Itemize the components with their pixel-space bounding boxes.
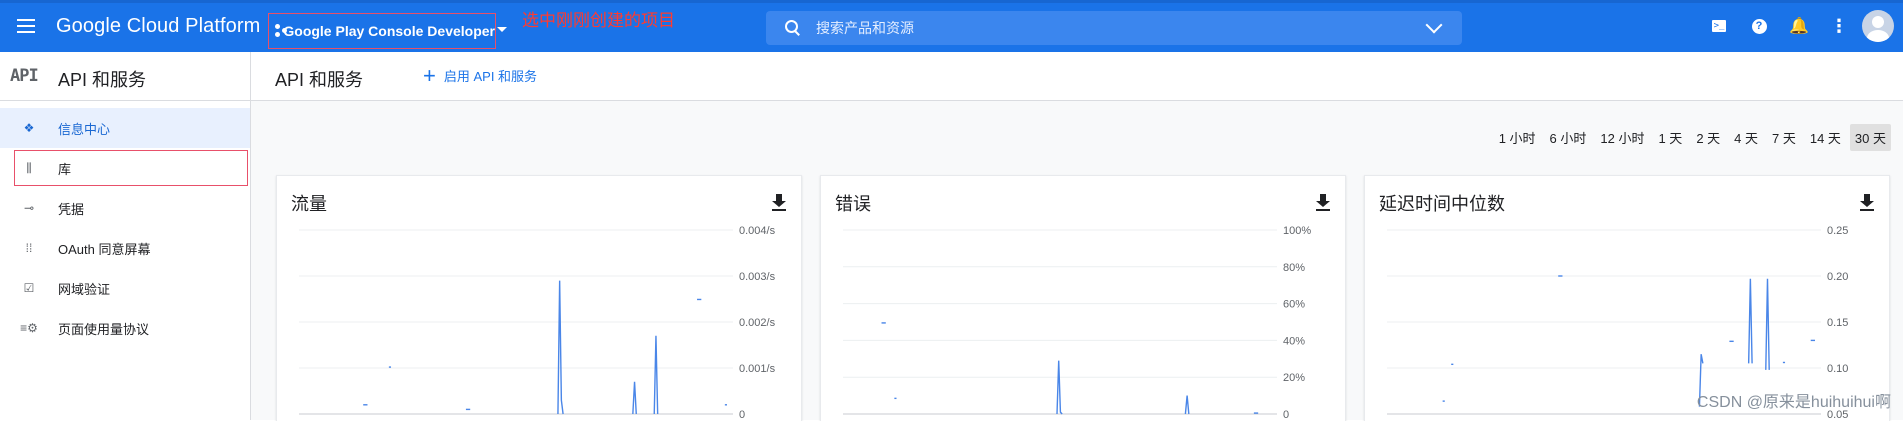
sidebar: API API 和服务 ❖ 信息中心 ⫼ 库 ⊸ 凭据 ⁞⁞ OAuth 同意屏幕 ☑ 网域验证 ≡…: [0, 52, 251, 420]
project-selector[interactable]: Google Play Console Developer: [268, 13, 496, 49]
errors-chart-card: 错误 100% 80% 60% 40% 20% 0: [820, 175, 1346, 421]
search-bar[interactable]: 搜索产品和资源: [766, 11, 1462, 45]
time-range-option[interactable]: 30 天: [1849, 124, 1891, 151]
plus-icon: +: [423, 62, 436, 88]
project-name: Google Play Console Developer: [283, 23, 495, 39]
enable-apis-label: 启用 API 和服务: [443, 69, 538, 84]
y-tick-label: 0.10: [1827, 363, 1848, 375]
top-app-bar: Google Cloud Platform Google Play Consol…: [0, 0, 1903, 52]
y-tick-label: 20%: [1283, 372, 1305, 384]
latency-chart-card: 延迟时间中位数 0.25 0.20 0.15 0.10 0.05: [1364, 175, 1890, 421]
cloud-shell-button[interactable]: >_: [1708, 15, 1730, 37]
time-range-option[interactable]: 12 小时: [1595, 124, 1649, 151]
time-range-option[interactable]: 4 天: [1729, 124, 1763, 151]
sidebar-item[interactable]: ⁞⁞ OAuth 同意屏幕: [0, 228, 250, 268]
more-vert-icon[interactable]: ⋮: [1828, 15, 1850, 37]
sidebar-item-label: 页面使用量协议: [58, 321, 150, 337]
time-range-option[interactable]: 6 小时: [1545, 124, 1592, 151]
terminal-icon: >_: [1712, 20, 1726, 32]
avatar[interactable]: [1862, 10, 1894, 42]
latency-chart: 0.250.200.150.100.05: [1387, 225, 1848, 421]
traffic-chart-card: 流量 0.004/s 0.003/s 0.002/s 0.001/s 0: [276, 175, 802, 421]
search-icon: [784, 19, 802, 37]
series-spike: [557, 280, 564, 415]
y-tick-label: 0: [739, 409, 745, 421]
project-icon: [275, 24, 287, 38]
library-icon: ⫼: [26, 160, 32, 175]
series-spike: [632, 381, 637, 415]
chevron-down-icon[interactable]: [1425, 16, 1443, 34]
series-spike: [1747, 278, 1753, 364]
api-logo-icon: API: [10, 66, 39, 86]
y-tick-label: 60%: [1283, 299, 1305, 311]
menu-icon[interactable]: [14, 14, 38, 38]
sidebar-item-label: 库: [58, 161, 72, 177]
consent-screen-icon: ⁞⁞: [25, 241, 33, 255]
y-tick-label: 100%: [1283, 225, 1311, 237]
key-icon: ⊸: [23, 201, 35, 215]
sidebar-item-label: OAuth 同意屏幕: [58, 241, 151, 257]
sidebar-item[interactable]: ⊸ 凭据: [0, 188, 250, 228]
series-spike: [1056, 360, 1063, 415]
sidebar-item[interactable]: ☑ 网域验证: [0, 268, 250, 308]
sidebar-header: API API 和服务: [0, 52, 250, 101]
y-tick-label: 0.25: [1827, 225, 1848, 237]
sidebar-item[interactable]: ⫼ 库: [0, 148, 250, 188]
page-title: API 和服务: [275, 70, 364, 90]
y-tick-label: 0.003/s: [739, 271, 776, 283]
y-tick-label: 0: [1283, 409, 1289, 421]
time-range-option[interactable]: 14 天: [1805, 124, 1846, 151]
time-range-option[interactable]: 1 天: [1653, 124, 1687, 151]
brand-title[interactable]: Google Cloud Platform: [56, 15, 260, 38]
series-spike: [653, 335, 659, 415]
annotation-text: 选中刚刚创建的项目: [522, 11, 675, 30]
y-tick-label: 0.20: [1827, 271, 1848, 283]
notifications-icon[interactable]: 🔔: [1788, 15, 1810, 37]
y-tick-label: 0.001/s: [739, 363, 776, 375]
help-icon: ?: [1751, 18, 1767, 34]
watermark: CSDN @原来是huihuihui啊: [1696, 394, 1891, 411]
time-range-selector: 1 小时 6 小时 12 小时 1 天2 天4 天7 天 14 天 30 天: [1490, 124, 1891, 151]
time-range-option[interactable]: 7 天: [1767, 124, 1801, 151]
sidebar-item[interactable]: ≡⚙ 页面使用量协议: [0, 308, 250, 348]
y-tick-label: 0.15: [1827, 317, 1848, 329]
main-header: API 和服务 + 启用 API 和服务: [251, 52, 1903, 101]
domain-check-icon: ☑: [23, 281, 35, 295]
enable-apis-button[interactable]: + 启用 API 和服务: [423, 62, 538, 88]
y-tick-label: 40%: [1283, 335, 1305, 347]
sidebar-item-label: 信息中心: [58, 121, 111, 137]
project-dropdown-icon[interactable]: [497, 27, 507, 32]
errors-chart: 100% 80% 60% 40% 20% 0: [843, 225, 1311, 421]
dashboard-diamond-icon: ❖: [23, 121, 35, 135]
y-tick-label: 0.004/s: [739, 225, 776, 237]
series-spike: [1184, 395, 1190, 415]
sidebar-item[interactable]: ❖ 信息中心: [0, 108, 250, 148]
y-tick-label: 80%: [1283, 262, 1305, 274]
help-button[interactable]: ?: [1748, 15, 1770, 37]
sidebar-title: API 和服务: [58, 70, 147, 90]
series-spike: [1765, 278, 1770, 370]
settings-list-icon: ≡⚙: [20, 321, 38, 335]
traffic-chart: 0.004/s 0.003/s 0.002/s 0.001/s 0: [299, 225, 776, 421]
y-tick-label: 0.002/s: [739, 317, 776, 329]
time-range-option[interactable]: 2 天: [1691, 124, 1725, 151]
sidebar-item-label: 网域验证: [58, 281, 111, 297]
time-range-option[interactable]: 1 小时: [1494, 124, 1541, 151]
sidebar-item-label: 凭据: [58, 201, 85, 217]
search-input[interactable]: 搜索产品和资源: [816, 18, 1428, 38]
